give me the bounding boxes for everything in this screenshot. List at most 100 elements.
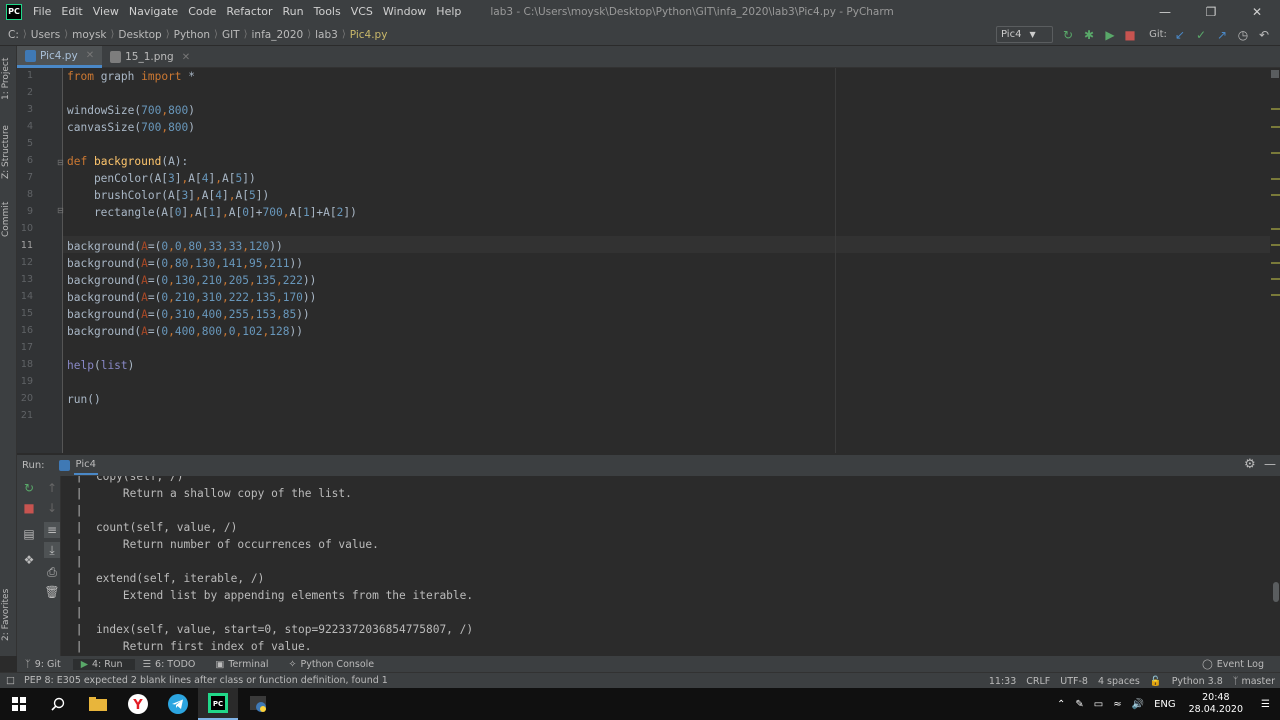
code-line[interactable]: def background(A): bbox=[67, 153, 188, 170]
tool-tab-git[interactable]: ᛉ 9: Git bbox=[17, 659, 73, 670]
code-line[interactable]: rectangle(A[0],A[1],A[0]+700,A[1]+A[2]) bbox=[67, 204, 357, 221]
git-push-icon[interactable]: ↗ bbox=[1214, 27, 1230, 43]
arrow-up-icon[interactable]: ↑ bbox=[44, 480, 60, 496]
warning-mark[interactable] bbox=[1271, 278, 1280, 280]
cursor-position[interactable]: 11:33 bbox=[984, 676, 1021, 687]
tool-tab-structure[interactable]: Z: Structure bbox=[1, 124, 16, 180]
lock-icon[interactable]: 🔓 bbox=[1145, 676, 1167, 687]
minimize-icon[interactable]: — bbox=[1142, 0, 1188, 24]
console-scrollbar[interactable] bbox=[1273, 582, 1279, 602]
close-icon[interactable]: ✕ bbox=[182, 52, 190, 63]
event-log-button[interactable]: ◯ Event Log bbox=[1194, 659, 1276, 670]
pin-icon[interactable]: ❖ bbox=[21, 552, 37, 568]
breadcrumb-infa[interactable]: infa_2020 bbox=[248, 29, 308, 41]
maximize-icon[interactable]: ❐ bbox=[1188, 0, 1234, 24]
clock[interactable]: 20:48 28.04.2020 bbox=[1181, 692, 1251, 716]
file-encoding[interactable]: UTF-8 bbox=[1055, 676, 1093, 687]
menu-tools[interactable]: Tools bbox=[309, 0, 346, 24]
tool-tab-project[interactable]: 1: Project bbox=[1, 54, 16, 104]
menu-navigate[interactable]: Navigate bbox=[124, 0, 183, 24]
language-indicator[interactable]: ENG bbox=[1149, 699, 1181, 710]
windows-start-icon[interactable] bbox=[0, 688, 38, 720]
hide-panel-icon[interactable]: — bbox=[1264, 457, 1276, 471]
tool-tab-terminal[interactable]: ▣ Terminal bbox=[207, 659, 280, 670]
battery-icon[interactable]: ▭ bbox=[1089, 699, 1108, 710]
code-line[interactable]: background(A=(0,210,310,222,135,170)) bbox=[67, 289, 316, 306]
python-taskbar-icon[interactable] bbox=[238, 688, 278, 720]
code-line[interactable]: background(A=(0,310,400,255,153,85)) bbox=[67, 306, 310, 323]
stop-icon[interactable]: ■ bbox=[21, 500, 37, 516]
breadcrumb-drive[interactable]: C: bbox=[0, 29, 23, 41]
rerun-icon[interactable]: ↻ bbox=[1060, 27, 1076, 43]
layout-icon[interactable]: □ bbox=[0, 675, 19, 686]
breadcrumb-moysk[interactable]: moysk bbox=[68, 29, 110, 41]
run-config-select[interactable]: Pic4 ▼ bbox=[996, 26, 1053, 43]
code-line[interactable]: background(A=(0,0,80,33,33,120)) bbox=[67, 238, 283, 255]
menu-help[interactable]: Help bbox=[431, 0, 466, 24]
tool-tab-commit[interactable]: Commit bbox=[1, 196, 16, 242]
python-interpreter[interactable]: Python 3.8 bbox=[1167, 676, 1228, 687]
tool-tab-todo[interactable]: ☰ 6: TODO bbox=[135, 659, 208, 670]
menu-view[interactable]: View bbox=[88, 0, 124, 24]
code-line[interactable]: background(A=(0,80,130,141,95,211)) bbox=[67, 255, 303, 272]
menu-edit[interactable]: Edit bbox=[56, 0, 87, 24]
warning-mark[interactable] bbox=[1271, 152, 1280, 154]
code-editor[interactable]: 1 2 3 4 5 6 7 8 9 10 11 12 13 14 15 16 1… bbox=[17, 68, 1280, 453]
rollback-icon[interactable]: ↶ bbox=[1256, 27, 1272, 43]
menu-code[interactable]: Code bbox=[183, 0, 221, 24]
breadcrumb-lab3[interactable]: lab3 bbox=[311, 29, 342, 41]
code-line[interactable]: background(A=(0,400,800,0,102,128)) bbox=[67, 323, 303, 340]
warning-mark[interactable] bbox=[1271, 244, 1280, 246]
breadcrumb-users[interactable]: Users bbox=[27, 29, 64, 41]
menu-run[interactable]: Run bbox=[278, 0, 309, 24]
debug-icon[interactable]: ✱ bbox=[1081, 27, 1097, 43]
rerun-icon[interactable]: ↻ bbox=[21, 480, 37, 496]
history-icon[interactable]: ◷ bbox=[1235, 27, 1251, 43]
menu-window[interactable]: Window bbox=[378, 0, 431, 24]
code-line[interactable]: help(list) bbox=[67, 357, 134, 374]
indent-setting[interactable]: 4 spaces bbox=[1093, 676, 1145, 687]
code-line[interactable]: canvasSize(700,800) bbox=[67, 119, 195, 136]
run-tab-pic4[interactable]: Pic4 bbox=[73, 456, 98, 475]
console-output[interactable]: | copy(self, /) | Return a shallow copy … bbox=[69, 476, 1269, 656]
pen-icon[interactable]: ✎ bbox=[1070, 699, 1088, 710]
arrow-down-icon[interactable]: ↓ bbox=[44, 500, 60, 516]
scroll-to-end-icon[interactable]: ⤓ bbox=[44, 542, 60, 558]
warning-mark[interactable] bbox=[1271, 228, 1280, 230]
code-line[interactable]: run() bbox=[67, 391, 101, 408]
git-update-icon[interactable]: ↙ bbox=[1172, 27, 1188, 43]
git-branch[interactable]: ᛉ master bbox=[1228, 676, 1280, 687]
close-icon[interactable]: ✕ bbox=[86, 50, 94, 61]
print-icon[interactable]: ⎙ bbox=[44, 564, 60, 580]
yandex-browser-icon[interactable]: Y bbox=[118, 688, 158, 720]
menu-vcs[interactable]: VCS bbox=[346, 0, 378, 24]
tool-tab-run[interactable]: ▶ 4: Run bbox=[72, 658, 135, 670]
fold-icon[interactable]: ⊟ bbox=[57, 158, 64, 167]
git-commit-icon[interactable]: ✓ bbox=[1193, 27, 1209, 43]
code-line[interactable]: from graph import * bbox=[67, 68, 195, 85]
wifi-icon[interactable]: ≈ bbox=[1108, 699, 1126, 710]
breadcrumb-git[interactable]: GIT bbox=[218, 29, 244, 41]
warning-mark[interactable] bbox=[1271, 262, 1280, 264]
line-separator[interactable]: CRLF bbox=[1021, 676, 1055, 687]
code-line[interactable]: brushColor(A[3],A[4],A[5]) bbox=[67, 187, 269, 204]
notification-icon[interactable]: ☰ bbox=[1251, 699, 1280, 710]
volume-icon[interactable]: 🔊 bbox=[1127, 699, 1149, 710]
tool-tab-favorites[interactable]: 2: Favorites bbox=[1, 584, 16, 646]
status-message[interactable]: PEP 8: E305 expected 2 blank lines after… bbox=[19, 675, 393, 686]
warning-mark[interactable] bbox=[1271, 108, 1280, 110]
telegram-icon[interactable] bbox=[158, 688, 198, 720]
file-explorer-icon[interactable] bbox=[78, 688, 118, 720]
code-area[interactable]: from graph import * windowSize(700,800) ca… bbox=[67, 68, 1280, 453]
fold-end-icon[interactable]: ⊟ bbox=[57, 206, 64, 215]
menu-refactor[interactable]: Refactor bbox=[221, 0, 277, 24]
tool-tab-python-console[interactable]: ✧ Python Console bbox=[281, 659, 387, 670]
search-icon[interactable] bbox=[38, 688, 78, 720]
code-line[interactable]: penColor(A[3],A[4],A[5]) bbox=[67, 170, 256, 187]
chevron-up-icon[interactable]: ⌃ bbox=[1052, 699, 1070, 710]
warning-mark[interactable] bbox=[1271, 126, 1280, 128]
breadcrumb-desktop[interactable]: Desktop bbox=[114, 29, 165, 41]
gear-icon[interactable]: ⚙ bbox=[1244, 457, 1256, 472]
close-icon[interactable]: ✕ bbox=[1234, 0, 1280, 24]
warning-mark[interactable] bbox=[1271, 194, 1280, 196]
